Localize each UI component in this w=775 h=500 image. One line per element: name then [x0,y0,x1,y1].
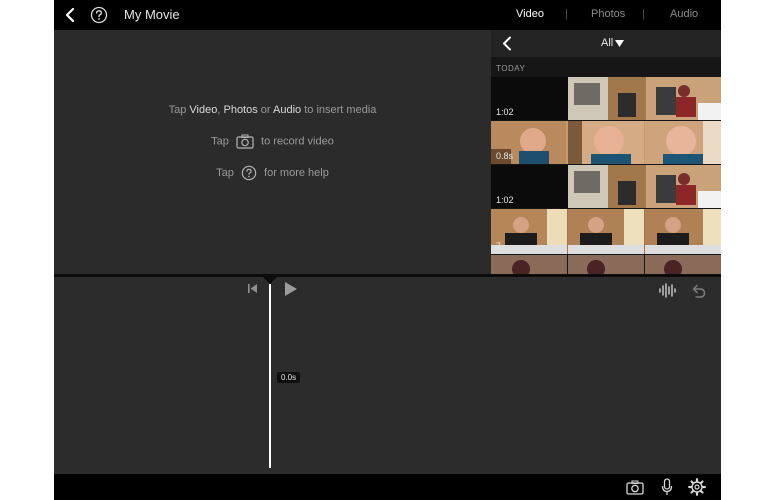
waveform-icon[interactable] [658,283,676,298]
clip-thumbnail-office [568,165,721,208]
clip-duration: 1:02 [496,107,514,117]
album-filter-dropdown[interactable]: All [601,37,613,49]
media-browser: All TODAY 1:02 0.8s 1:02 7 [491,30,721,274]
hint-text: to insert media [301,104,377,116]
clip-duration: 7 [496,241,502,251]
hint-video-word: Video [189,104,218,116]
help-question-icon[interactable] [90,6,108,24]
back-chevron-icon[interactable] [501,36,513,51]
clip-duration: 1:02 [496,195,514,205]
clip-thumbnail-partial [491,255,721,274]
clip-duration: 0.8s [496,151,514,161]
clip-thumbnail-office [568,77,721,120]
tab-separator: | [642,8,645,20]
hint-text: or [257,104,274,116]
question-circle-icon [241,165,257,181]
camera-icon [236,134,254,149]
help-hint: Tap for more help [54,165,491,181]
hint-text: Tap [168,104,190,116]
video-clip[interactable]: 1:02 [491,165,721,208]
hint-text: Tap [211,135,229,148]
tab-photos[interactable]: Photos [591,8,625,20]
hint-text: Tap [216,166,234,179]
video-clip[interactable]: 7 [491,209,721,254]
playhead-time: 0.0s [277,372,301,383]
video-clip[interactable]: 1:02 [491,77,721,120]
hint-text: for more help [264,166,329,179]
camera-icon[interactable] [626,480,644,495]
gear-icon[interactable] [688,478,706,496]
tab-audio[interactable]: Audio [670,8,698,20]
undo-icon[interactable] [690,283,706,298]
play-icon[interactable] [284,281,298,297]
imovie-window: My Movie Video | Photos | Audio Tap Vide… [54,0,721,500]
timeline-area[interactable] [54,277,721,474]
skip-to-start-icon[interactable] [247,283,258,294]
project-title: My Movie [124,7,180,22]
tab-video[interactable]: Video [516,8,544,20]
clip-thumbnail-face [491,121,721,164]
tab-separator: | [565,8,568,20]
microphone-icon[interactable] [661,478,673,496]
section-label-today: TODAY [496,64,526,73]
video-clip[interactable] [491,255,721,274]
hint-audio-word: Audio [273,104,302,116]
back-chevron-icon[interactable] [63,7,77,23]
viewer-panel: Tap Video, Photos or Audio to insert med… [54,30,491,274]
clip-thumbnail-desk [491,209,721,254]
bottom-toolbar [54,474,721,500]
insert-media-hint: Tap Video, Photos or Audio to insert med… [54,104,491,116]
hint-text: to record video [261,135,334,148]
video-clip[interactable]: 0.8s [491,121,721,164]
playhead-line[interactable] [269,284,271,468]
record-video-hint: Tap to record video [54,134,491,149]
hint-photos-word: Photos [223,104,258,116]
media-browser-header: All [491,30,721,57]
caret-down-icon[interactable] [615,40,624,47]
playhead-marker-icon[interactable] [260,274,280,284]
top-bar: My Movie Video | Photos | Audio [54,0,721,30]
